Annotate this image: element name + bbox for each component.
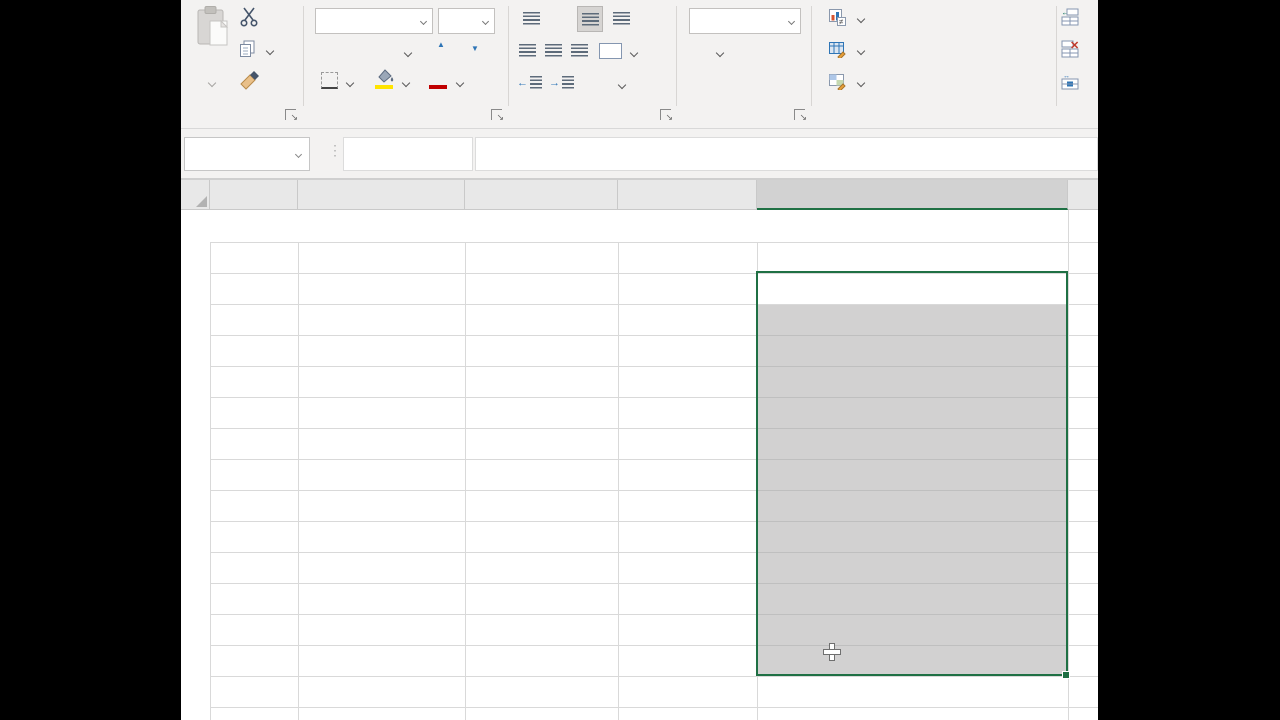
spreadsheet-grid <box>181 180 1098 720</box>
chevron-down-icon[interactable] <box>481 17 490 25</box>
font-dialog-launcher-icon[interactable]: ↘ <box>491 109 504 122</box>
group-separator <box>811 6 812 106</box>
active-cell-fill <box>758 274 1067 304</box>
underline-dropdown-icon[interactable] <box>403 48 413 58</box>
font-color-dropdown-icon[interactable] <box>455 78 465 88</box>
gridline <box>1068 210 1069 720</box>
gridline <box>618 242 619 720</box>
group-separator <box>508 6 509 106</box>
selection-gridline <box>758 428 1067 429</box>
column-header-a[interactable] <box>210 180 298 210</box>
formula-input[interactable] <box>475 137 1098 171</box>
gridline <box>210 242 211 720</box>
selection-gridline <box>758 490 1067 491</box>
column-header-e[interactable] <box>757 180 1068 210</box>
approach-label-cell[interactable] <box>763 242 1063 273</box>
fill-handle[interactable] <box>1062 671 1070 679</box>
insert-cells-icon[interactable]: ← <box>1061 8 1079 26</box>
borders-dropdown-icon[interactable] <box>345 78 355 88</box>
chevron-down-icon <box>856 46 866 56</box>
excel-window: ↘ ▲ ▼ ↘ ← → ↘ ↘ ≠ ← ✕ ↔ ⋮ <box>181 0 1098 720</box>
bandicam-watermark <box>518 1 758 28</box>
format-painter-icon[interactable] <box>239 70 261 92</box>
alignment-dialog-launcher-icon[interactable]: ↘ <box>660 109 673 122</box>
conditional-formatting-button[interactable]: ≠ <box>829 9 866 29</box>
borders-icon[interactable] <box>321 72 338 89</box>
select-all-button[interactable] <box>181 180 210 210</box>
fill-color-dropdown-icon[interactable] <box>401 78 411 88</box>
copy-dropdown-icon[interactable] <box>265 46 275 56</box>
group-separator <box>1056 6 1057 106</box>
align-center-icon[interactable] <box>545 44 562 57</box>
merge-center-icon[interactable] <box>599 43 622 59</box>
align-left-icon[interactable] <box>519 44 536 57</box>
formula-bar: ⋮ <box>181 130 1098 180</box>
font-color-bar <box>429 85 447 89</box>
chevron-down-icon[interactable] <box>787 17 796 25</box>
number-dialog-launcher-icon[interactable]: ↘ <box>794 109 807 122</box>
copy-icon[interactable] <box>239 40 256 58</box>
selection-gridline <box>758 366 1067 367</box>
gridline <box>298 242 299 720</box>
paste-dropdown-icon[interactable] <box>207 78 217 88</box>
cut-icon[interactable] <box>239 6 259 28</box>
column-header-b[interactable] <box>298 180 465 210</box>
cell-styles-button[interactable] <box>829 73 866 93</box>
cell-cursor <box>823 643 841 661</box>
format-cells-icon[interactable]: ↔ <box>1061 72 1079 90</box>
chevron-down-icon <box>856 14 866 24</box>
gridline <box>465 242 466 720</box>
format-as-table-icon <box>829 41 846 61</box>
column-header-d[interactable] <box>618 180 757 210</box>
formula-buttons <box>343 137 473 171</box>
selection-gridline <box>758 552 1067 553</box>
chevron-down-icon[interactable] <box>294 150 303 158</box>
gridline <box>210 707 1098 708</box>
svg-text:✕: ✕ <box>1070 40 1079 52</box>
fill-color-icon[interactable] <box>375 68 395 84</box>
selection-gridline <box>758 459 1067 460</box>
merge-dropdown-icon[interactable] <box>629 48 639 58</box>
column-header-f[interactable] <box>1068 180 1098 210</box>
font-size-combo[interactable] <box>438 8 495 34</box>
svg-text:≠: ≠ <box>839 18 844 27</box>
formula-bar-handle[interactable]: ⋮ <box>328 142 342 159</box>
decrease-indent-icon[interactable]: ← <box>517 76 542 89</box>
selection-gridline <box>758 397 1067 398</box>
delete-cells-icon[interactable]: ✕ <box>1061 40 1079 58</box>
selection-gridline <box>758 335 1067 336</box>
clipboard-dialog-launcher-icon[interactable]: ↘ <box>285 109 298 122</box>
selection-gridline <box>758 583 1067 584</box>
selection-gridline <box>758 614 1067 615</box>
align-right-icon[interactable] <box>571 44 588 57</box>
format-as-table-button[interactable] <box>829 41 866 61</box>
grow-font-button[interactable]: ▲ <box>437 40 445 60</box>
currency-dropdown-icon[interactable] <box>715 48 725 58</box>
font-name-combo[interactable] <box>315 8 433 34</box>
shrink-font-button[interactable]: ▼ <box>471 44 479 60</box>
gridline <box>210 676 1098 677</box>
selection-gridline <box>758 521 1067 522</box>
selection-gridline <box>758 645 1067 646</box>
orientation-dropdown-icon[interactable] <box>617 80 627 90</box>
conditional-formatting-icon: ≠ <box>829 9 846 29</box>
column-header-c[interactable] <box>465 180 618 210</box>
cell-styles-icon <box>829 73 846 93</box>
paste-icon[interactable] <box>195 5 231 49</box>
chevron-down-icon <box>856 78 866 88</box>
group-separator <box>303 6 304 106</box>
name-box[interactable] <box>184 137 310 171</box>
fill-color-bar <box>375 85 393 89</box>
increase-indent-icon[interactable]: → <box>549 76 574 89</box>
chevron-down-icon[interactable] <box>419 17 428 25</box>
